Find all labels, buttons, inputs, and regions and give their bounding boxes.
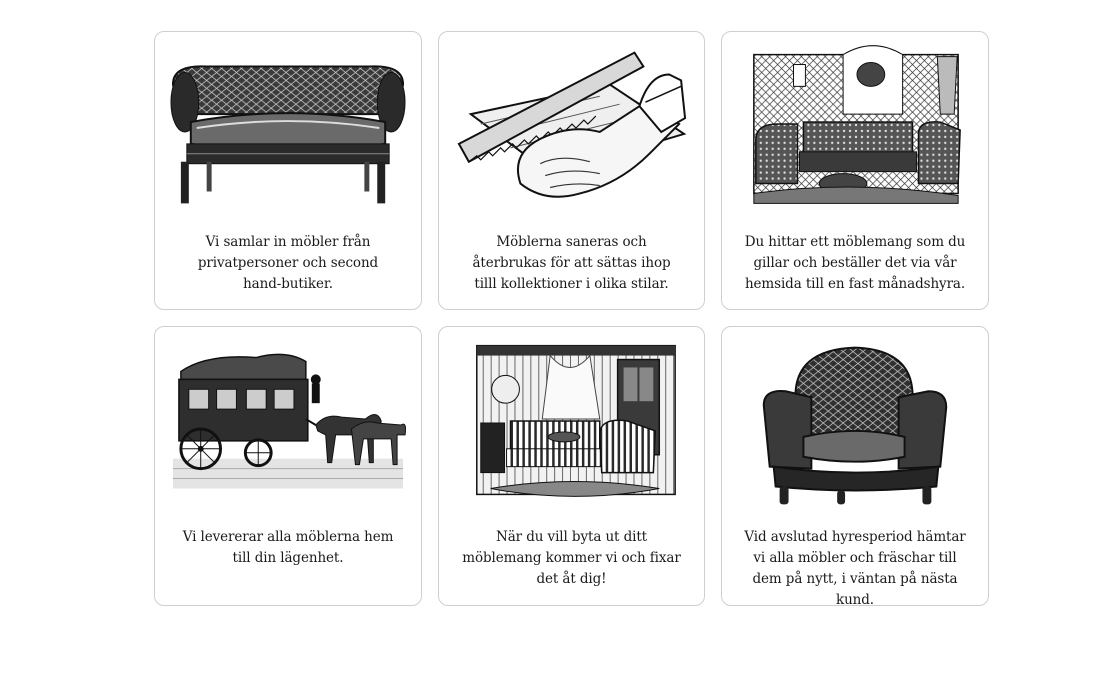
step-text: Vi samlar in möbler från privatpersoner … xyxy=(197,234,379,292)
striped-room-illustration xyxy=(451,339,692,509)
step-text: Du hittar ett möblemang som du gillar oc… xyxy=(744,234,966,292)
armchair-illustration xyxy=(734,339,976,509)
step-card-collect: Vi samlar in möbler från privatpersoner … xyxy=(154,31,422,310)
step-text: När du vill byta ut ditt möblemang komme… xyxy=(462,529,681,587)
living-room-illustration xyxy=(734,44,976,214)
step-text: Möblerna saneras och återbrukas för att … xyxy=(472,234,671,292)
steps-grid: Vi samlar in möbler från privatpersoner … xyxy=(154,31,989,606)
step-text: Vid avslutad hyresperiod hämtar vi alla … xyxy=(744,529,966,606)
horse-carriage-illustration xyxy=(167,339,409,509)
step-card-restore: Möblerna saneras och återbrukas för att … xyxy=(438,31,705,310)
step-card-deliver: Vi levererar alla möblerna hem till din … xyxy=(154,326,422,606)
step-card-swap: När du vill byta ut ditt möblemang komme… xyxy=(438,326,705,606)
hand-saw-illustration xyxy=(451,44,692,214)
step-card-order: Du hittar ett möblemang som du gillar oc… xyxy=(721,31,989,310)
step-card-pickup: Vid avslutad hyresperiod hämtar vi alla … xyxy=(721,326,989,606)
sofa-illustration xyxy=(167,44,409,214)
step-text: Vi levererar alla möblerna hem till din … xyxy=(182,529,394,566)
